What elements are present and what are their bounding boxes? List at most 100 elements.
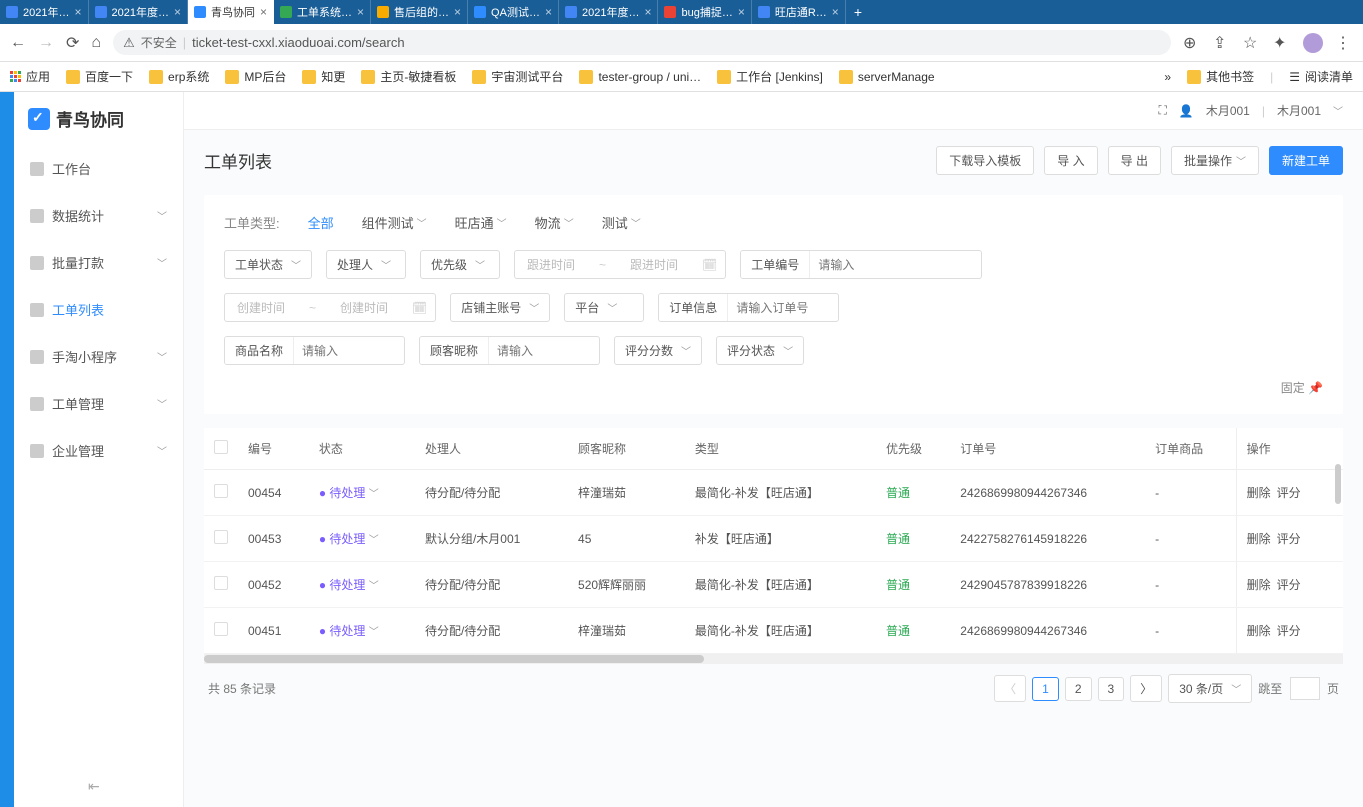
tab-close-icon[interactable]: × bbox=[454, 5, 461, 19]
op-link[interactable]: 评分 bbox=[1277, 486, 1301, 500]
horizontal-scrollbar[interactable] bbox=[204, 654, 1343, 664]
op-link[interactable]: 删除 bbox=[1247, 532, 1271, 546]
sidebar-item[interactable]: 工作台 bbox=[14, 145, 183, 192]
follow-time-range[interactable]: 跟进时间~跟进时间🗓 bbox=[514, 250, 726, 279]
forward-button[interactable]: → bbox=[38, 34, 54, 52]
browser-tab[interactable]: 旺店通R…× bbox=[752, 0, 846, 24]
row-checkbox[interactable] bbox=[214, 484, 228, 498]
tab-close-icon[interactable]: × bbox=[738, 5, 745, 19]
cell-status[interactable]: ● 待处理 ﹀ bbox=[309, 516, 415, 562]
profile-icon[interactable] bbox=[1303, 33, 1323, 53]
op-link[interactable]: 评分 bbox=[1277, 624, 1301, 638]
share-icon[interactable]: ⇪ bbox=[1213, 33, 1231, 53]
row-checkbox[interactable] bbox=[214, 530, 228, 544]
customer-nick-input[interactable] bbox=[489, 339, 599, 363]
bookmark-item[interactable]: 知更 bbox=[302, 68, 345, 85]
bookmark-item[interactable]: tester-group / uni… bbox=[579, 70, 701, 84]
star-icon[interactable]: ☆ bbox=[1243, 33, 1261, 53]
page-button[interactable]: 3 bbox=[1098, 677, 1125, 701]
row-checkbox[interactable] bbox=[214, 622, 228, 636]
sidebar-item[interactable]: 数据统计﹀ bbox=[14, 192, 183, 239]
vertical-scrollbar[interactable] bbox=[1335, 464, 1341, 504]
status-select[interactable]: 工单状态﹀ bbox=[224, 250, 312, 279]
browser-tab[interactable]: 售后组的…× bbox=[371, 0, 468, 24]
browser-tab[interactable]: 2021年度…× bbox=[89, 0, 189, 24]
table-row[interactable]: 00451 ● 待处理 ﹀ 待分配/待分配 梓潼瑞茹 最简化-补发【旺店通】 普… bbox=[204, 608, 1343, 654]
zoom-icon[interactable]: ⊕ bbox=[1183, 33, 1201, 53]
logo[interactable]: 青鸟协同 bbox=[14, 92, 183, 145]
bookmark-item[interactable]: 主页-敏捷看板 bbox=[361, 68, 456, 85]
new-tab-button[interactable]: + bbox=[846, 4, 870, 20]
ticket-type-tab[interactable]: 旺店通﹀ bbox=[455, 213, 507, 232]
download-template-button[interactable]: 下载导入模板 bbox=[936, 146, 1034, 175]
bookmark-item[interactable]: MP后台 bbox=[225, 68, 286, 85]
reading-list[interactable]: ☰阅读清单 bbox=[1289, 68, 1353, 85]
select-all-checkbox[interactable] bbox=[214, 440, 228, 454]
sidebar-collapse-button[interactable]: ⇤ bbox=[88, 778, 100, 795]
op-link[interactable]: 删除 bbox=[1247, 624, 1271, 638]
browser-tab[interactable]: 工单系统…× bbox=[274, 0, 371, 24]
cell-status[interactable]: ● 待处理 ﹀ bbox=[309, 470, 415, 516]
tab-close-icon[interactable]: × bbox=[174, 5, 181, 19]
other-bookmarks[interactable]: 其他书签 bbox=[1187, 68, 1254, 85]
next-page-button[interactable]: 〉 bbox=[1130, 675, 1162, 702]
bookmarks-overflow[interactable]: » bbox=[1164, 70, 1171, 84]
apps-button[interactable]: 应用 bbox=[10, 68, 50, 85]
home-button[interactable]: ⌂ bbox=[91, 34, 101, 52]
op-link[interactable]: 删除 bbox=[1247, 486, 1271, 500]
product-name-input[interactable] bbox=[294, 339, 404, 363]
platform-select[interactable]: 平台﹀ bbox=[564, 293, 644, 322]
browser-tab[interactable]: QA测试…× bbox=[468, 0, 559, 24]
order-info-input[interactable] bbox=[728, 296, 838, 320]
back-button[interactable]: ← bbox=[10, 34, 26, 52]
page-button[interactable]: 2 bbox=[1065, 677, 1092, 701]
score-status-select[interactable]: 评分状态﹀ bbox=[716, 336, 804, 365]
page-size-select[interactable]: 30 条/页﹀ bbox=[1168, 674, 1252, 703]
pin-toggle[interactable]: 固定 📌 bbox=[1281, 381, 1323, 395]
ticket-number-input[interactable] bbox=[810, 253, 981, 277]
sidebar-item[interactable]: 手淘小程序﹀ bbox=[14, 333, 183, 380]
sidebar-item[interactable]: 批量打款﹀ bbox=[14, 239, 183, 286]
sidebar-item[interactable]: 企业管理﹀ bbox=[14, 427, 183, 474]
extensions-icon[interactable]: ✦ bbox=[1273, 33, 1291, 53]
op-link[interactable]: 删除 bbox=[1247, 578, 1271, 592]
fullscreen-icon[interactable]: ⛶ bbox=[1158, 103, 1166, 118]
page-button[interactable]: 1 bbox=[1032, 677, 1059, 701]
cell-status[interactable]: ● 待处理 ﹀ bbox=[309, 608, 415, 654]
bookmark-item[interactable]: serverManage bbox=[839, 70, 935, 84]
prev-page-button[interactable]: 〈 bbox=[994, 675, 1026, 702]
bookmark-item[interactable]: erp系统 bbox=[149, 68, 209, 85]
shop-account-select[interactable]: 店铺主账号﹀ bbox=[450, 293, 550, 322]
handler-select[interactable]: 处理人﹀ bbox=[326, 250, 406, 279]
tab-close-icon[interactable]: × bbox=[832, 5, 839, 19]
create-time-range[interactable]: 创建时间~创建时间🗓 bbox=[224, 293, 436, 322]
cell-status[interactable]: ● 待处理 ﹀ bbox=[309, 562, 415, 608]
table-row[interactable]: 00453 ● 待处理 ﹀ 默认分组/木月001 45 补发【旺店通】 普通 2… bbox=[204, 516, 1343, 562]
reload-button[interactable]: ⟳ bbox=[66, 33, 79, 53]
ticket-type-tab[interactable]: 全部 bbox=[308, 213, 334, 232]
sidebar-item[interactable]: 工单列表 bbox=[14, 286, 183, 333]
tab-close-icon[interactable]: × bbox=[644, 5, 651, 19]
table-row[interactable]: 00452 ● 待处理 ﹀ 待分配/待分配 520辉辉丽丽 最简化-补发【旺店通… bbox=[204, 562, 1343, 608]
import-button[interactable]: 导 入 bbox=[1044, 146, 1097, 175]
browser-tab[interactable]: 青鸟协同× bbox=[188, 0, 274, 24]
jump-input[interactable] bbox=[1290, 677, 1320, 700]
browser-tab[interactable]: bug捕捉…× bbox=[658, 0, 751, 24]
tab-close-icon[interactable]: × bbox=[545, 5, 552, 19]
op-link[interactable]: 评分 bbox=[1277, 578, 1301, 592]
table-row[interactable]: 00454 ● 待处理 ﹀ 待分配/待分配 梓潼瑞茹 最简化-补发【旺店通】 普… bbox=[204, 470, 1343, 516]
create-ticket-button[interactable]: 新建工单 bbox=[1269, 146, 1343, 175]
export-button[interactable]: 导 出 bbox=[1108, 146, 1161, 175]
score-select[interactable]: 评分分数﹀ bbox=[614, 336, 702, 365]
sidebar-item[interactable]: 工单管理﹀ bbox=[14, 380, 183, 427]
browser-tab[interactable]: 2021年度…× bbox=[559, 0, 659, 24]
ticket-type-tab[interactable]: 物流﹀ bbox=[535, 213, 574, 232]
tab-close-icon[interactable]: × bbox=[357, 5, 364, 19]
tab-close-icon[interactable]: × bbox=[74, 5, 81, 19]
batch-button[interactable]: 批量操作﹀ bbox=[1171, 146, 1259, 175]
tab-close-icon[interactable]: × bbox=[260, 5, 267, 19]
op-link[interactable]: 评分 bbox=[1277, 532, 1301, 546]
bookmark-item[interactable]: 工作台 [Jenkins] bbox=[717, 68, 823, 85]
user-chevron-icon[interactable]: ﹀ bbox=[1333, 103, 1343, 118]
username-1[interactable]: 木月001 bbox=[1206, 102, 1250, 119]
